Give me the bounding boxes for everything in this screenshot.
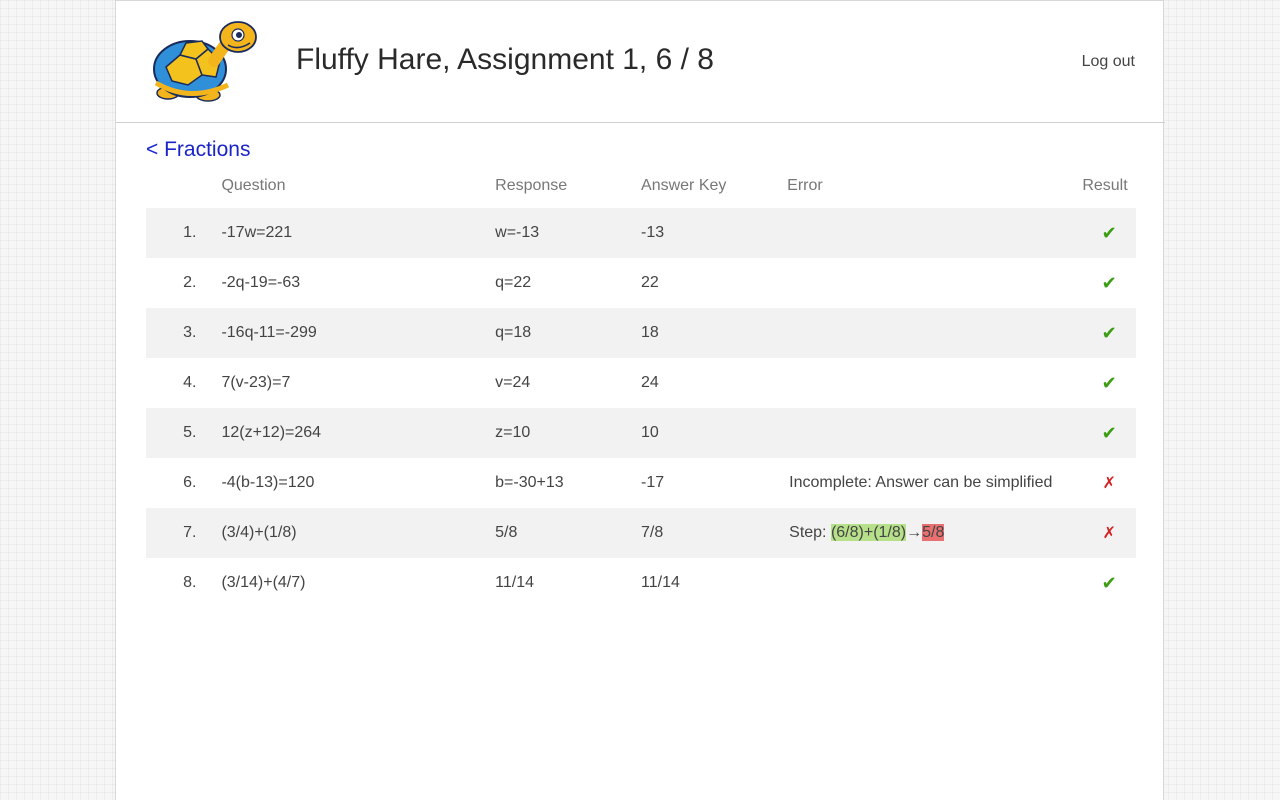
error-cell — [787, 408, 1083, 458]
arrow-icon: → — [906, 524, 923, 541]
response-cell: b=-30+13 — [495, 474, 564, 491]
response-cell: z=10 — [495, 408, 642, 458]
table-row: 3. -16q-11=-299 q=18 18 ✔ — [146, 308, 1136, 358]
error-step-prefix: Step: — [789, 524, 831, 541]
header-number — [146, 177, 221, 208]
answer-key-cell: 18 — [641, 308, 788, 358]
table-row: 6. -4(b-13)=120 b=-30+13 -17 Incomplete:… — [146, 458, 1136, 508]
table-row: 8. (3/14)+(4/7) 11/14 11/14 ✔ — [146, 558, 1136, 608]
row-number: 8. — [183, 574, 197, 591]
row-number: 5. — [146, 408, 222, 458]
response-cell: 11/14 — [495, 574, 534, 591]
question-cell: (3/4)+(1/8) — [221, 508, 496, 558]
question-cell: 12(z+12)=264 — [221, 408, 496, 458]
header-response: Response — [495, 177, 568, 194]
question-cell: -16q-11=-299 — [221, 308, 496, 358]
check-icon: ✔ — [1101, 372, 1117, 393]
error-step-wrong: 5/8 — [922, 524, 945, 541]
turtle-logo-icon — [153, 21, 257, 102]
check-icon: ✔ — [1101, 322, 1117, 343]
answer-key-cell: -17 — [641, 474, 665, 491]
page-header: Fluffy Hare, Assignment 1, 6 / 8 Log out — [116, 1, 1165, 123]
row-number: 2. — [183, 274, 197, 291]
answer-key-cell: 11/14 — [641, 574, 680, 591]
header-question: Question — [221, 177, 286, 194]
row-number: 7. — [146, 508, 222, 558]
question-cell: -2q-19=-63 — [221, 274, 301, 291]
error-cell — [787, 308, 1083, 358]
error-cell: Incomplete: Answer can be simplified — [789, 474, 1053, 491]
answer-key-cell: 10 — [641, 408, 788, 458]
response-cell: w=-13 — [495, 208, 642, 258]
cross-icon: ✗ — [1102, 475, 1116, 492]
answer-key-cell: -13 — [641, 208, 788, 258]
question-cell: -17w=221 — [221, 208, 496, 258]
row-number: 1. — [146, 208, 222, 258]
response-cell: q=22 — [495, 274, 532, 291]
header-result: Result — [1082, 177, 1128, 194]
header-error: Error — [787, 177, 823, 194]
main-panel: Fluffy Hare, Assignment 1, 6 / 8 Log out… — [115, 0, 1165, 800]
error-cell — [787, 358, 1082, 408]
answer-key-cell: 22 — [641, 274, 659, 291]
results-table: Question Response Answer Key Error Resul… — [146, 177, 1136, 608]
table-row: 4. 7(v-23)=7 v=24 24 ✔ — [146, 358, 1136, 408]
error-cell — [787, 558, 1082, 608]
check-icon: ✔ — [1101, 422, 1117, 443]
header-answer-key: Answer Key — [641, 177, 727, 194]
error-cell — [787, 208, 1083, 258]
check-icon: ✔ — [1101, 572, 1117, 593]
page-title: Fluffy Hare, Assignment 1, 6 / 8 — [296, 43, 714, 76]
check-icon: ✔ — [1101, 272, 1117, 293]
error-cell: Step: (6/8)+(1/8)→5/8 — [787, 508, 1083, 558]
response-cell: q=18 — [495, 308, 642, 358]
error-step-correct: (6/8)+(1/8) — [830, 524, 907, 541]
answer-key-cell: 7/8 — [641, 508, 788, 558]
response-cell: 5/8 — [495, 508, 642, 558]
table-header-row: Question Response Answer Key Error Resul… — [146, 177, 1136, 208]
row-number: 6. — [183, 474, 197, 491]
row-number: 3. — [146, 308, 222, 358]
logout-link[interactable]: Log out — [1082, 53, 1135, 71]
response-cell: v=24 — [495, 374, 531, 391]
question-cell: 7(v-23)=7 — [221, 374, 291, 391]
table-row: 5. 12(z+12)=264 z=10 10 ✔ — [146, 408, 1136, 458]
answer-key-cell: 24 — [641, 374, 659, 391]
check-icon: ✔ — [1101, 222, 1117, 243]
back-to-fractions-link[interactable]: < Fractions — [146, 138, 250, 162]
row-number: 4. — [183, 374, 197, 391]
table-row: 7. (3/4)+(1/8) 5/8 7/8 Step: (6/8)+(1/8)… — [146, 508, 1136, 558]
cross-icon: ✗ — [1102, 525, 1116, 542]
question-cell: (3/14)+(4/7) — [221, 574, 306, 591]
table-row: 2. -2q-19=-63 q=22 22 ✔ — [146, 258, 1136, 308]
table-row: 1. -17w=221 w=-13 -13 ✔ — [146, 208, 1136, 258]
question-cell: -4(b-13)=120 — [221, 474, 315, 491]
error-cell — [787, 258, 1082, 308]
